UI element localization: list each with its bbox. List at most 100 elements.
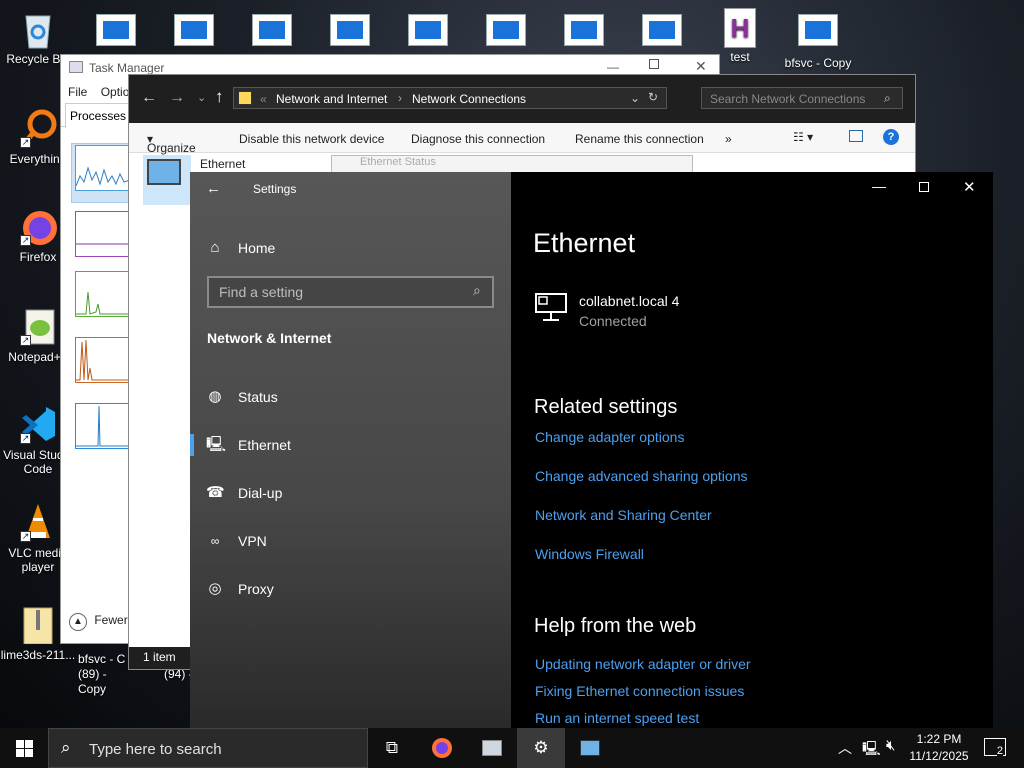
nav-proxy-label: Proxy bbox=[238, 581, 274, 597]
link-updating-adapter[interactable]: Updating network adapter or driver bbox=[535, 656, 751, 672]
network-tray-icon[interactable]: 🖳 bbox=[862, 738, 881, 762]
desktop-file-icon[interactable] bbox=[546, 14, 622, 46]
minimize-icon[interactable]: — bbox=[872, 178, 886, 194]
related-settings-heading: Related settings bbox=[534, 396, 678, 418]
link-fixing-ethernet[interactable]: Fixing Ethernet connection issues bbox=[535, 683, 744, 699]
chevron-up-icon: ▲ bbox=[69, 613, 87, 631]
volume-muted-icon[interactable]: 🔇︎ bbox=[886, 737, 895, 754]
more-commands-button[interactable]: » bbox=[725, 132, 732, 146]
clock[interactable]: 1:22 PM 11/12/2025 bbox=[904, 731, 974, 765]
explorer-command-bar: Organize ▾ Disable this network device D… bbox=[129, 123, 915, 155]
firefox-taskbar-icon[interactable] bbox=[418, 728, 466, 768]
desktop-file-icon[interactable] bbox=[390, 14, 466, 46]
rename-button[interactable]: Rename this connection bbox=[575, 132, 704, 146]
tab-processes[interactable]: Processes bbox=[65, 103, 132, 128]
nav-vpn[interactable]: ∞ VPN bbox=[190, 521, 511, 561]
taskbar-search-box[interactable]: ⌕ Type here to search bbox=[48, 728, 368, 768]
address-dropdown-icon[interactable]: ⌄ bbox=[630, 91, 640, 105]
notification-center-icon[interactable]: 2 bbox=[984, 738, 1006, 757]
status-dialog-title: Ethernet Status bbox=[360, 156, 436, 168]
desktop-file-icon[interactable] bbox=[234, 14, 310, 46]
settings-title: Settings bbox=[253, 182, 297, 196]
connection-card[interactable]: collabnet.local 4 Connected bbox=[579, 293, 679, 329]
ethernet-status-dialog[interactable]: Ethernet Status bbox=[331, 155, 693, 173]
windows-logo-icon bbox=[15, 739, 33, 757]
nav-ethernet[interactable]: 🖳 Ethernet bbox=[190, 425, 511, 465]
link-change-adapter-options[interactable]: Change adapter options bbox=[535, 429, 684, 445]
breadcrumb-network-connections[interactable]: Network Connections bbox=[412, 92, 526, 106]
firefox-icon: ↗ bbox=[18, 206, 58, 246]
disable-device-button[interactable]: Disable this network device bbox=[239, 132, 384, 146]
perf-cpu-graph[interactable] bbox=[75, 145, 131, 191]
nav-home[interactable]: ⌂ Home bbox=[190, 228, 511, 268]
help-icon[interactable]: ? bbox=[883, 129, 899, 145]
explorer-search-box[interactable]: Search Network Connections ⌕ bbox=[701, 87, 903, 109]
desktop-icon-bfsvc-copy[interactable]: bfsvc - Copy bbox=[780, 14, 856, 70]
forward-arrow-icon[interactable]: → bbox=[169, 89, 185, 107]
close-icon[interactable]: ✕ bbox=[963, 178, 976, 196]
link-network-sharing-center[interactable]: Network and Sharing Center bbox=[535, 507, 712, 523]
diagnose-button[interactable]: Diagnose this connection bbox=[411, 132, 545, 146]
preview-pane-icon[interactable] bbox=[849, 130, 863, 142]
view-options-icon[interactable]: ☷ ▾ bbox=[793, 130, 813, 144]
perf-memory-graph[interactable] bbox=[75, 211, 131, 257]
ethernet-icon: 🖳 bbox=[206, 436, 227, 453]
close-icon[interactable]: ✕ bbox=[695, 58, 707, 75]
find-setting-placeholder: Find a setting bbox=[219, 284, 304, 300]
nav-dialup[interactable]: ☎ Dial-up bbox=[190, 473, 511, 513]
ethernet-adapter-item[interactable] bbox=[143, 155, 191, 205]
zip-folder-icon bbox=[18, 604, 58, 645]
refresh-icon[interactable]: ↻ bbox=[648, 90, 658, 104]
network-adapter-icon bbox=[147, 159, 181, 185]
nav-status[interactable]: ◍ Status bbox=[190, 377, 511, 417]
desktop-file-icon[interactable] bbox=[78, 14, 154, 46]
menu-file[interactable]: File bbox=[68, 85, 87, 99]
settings-taskbar-icon[interactable]: ⚙ bbox=[517, 728, 565, 768]
fewer-details-button[interactable]: ▲ Fewer bbox=[69, 613, 128, 631]
vlc-icon: ↗ bbox=[18, 502, 58, 542]
recent-chevron-icon[interactable]: ⌄ bbox=[197, 91, 206, 104]
address-bar[interactable]: « Network and Internet › Network Connect… bbox=[233, 87, 667, 109]
selected-indicator bbox=[190, 434, 194, 456]
maximize-icon[interactable] bbox=[649, 59, 659, 69]
maximize-icon[interactable] bbox=[919, 182, 929, 192]
explorer-search-placeholder: Search Network Connections bbox=[710, 92, 866, 106]
window-title: Task Manager bbox=[89, 61, 165, 75]
perf-gpu-graph[interactable] bbox=[75, 403, 131, 449]
desktop-file-icon[interactable] bbox=[312, 14, 388, 46]
ethernet-monitor-icon bbox=[535, 292, 569, 322]
breadcrumb-overflow[interactable]: « bbox=[260, 92, 267, 106]
link-advanced-sharing[interactable]: Change advanced sharing options bbox=[535, 468, 748, 484]
show-hidden-icons-chevron-icon[interactable]: ︿ bbox=[838, 738, 852, 758]
section-heading: Network & Internet bbox=[207, 330, 332, 346]
up-arrow-icon[interactable]: ↑ bbox=[215, 87, 224, 107]
task-manager-taskbar-icon[interactable] bbox=[468, 728, 516, 768]
nav-proxy[interactable]: ◎ Proxy bbox=[190, 569, 511, 609]
desktop-file-icon[interactable] bbox=[156, 14, 232, 46]
back-arrow-icon[interactable]: ← bbox=[206, 180, 221, 197]
organize-button[interactable]: Organize ▾ bbox=[147, 132, 196, 155]
search-icon: ⌕ bbox=[473, 282, 481, 298]
nav-status-label: Status bbox=[238, 389, 278, 405]
ethernet-item-label[interactable]: Ethernet bbox=[200, 157, 245, 171]
minimize-icon[interactable]: — bbox=[607, 60, 619, 74]
vpn-icon: ∞ bbox=[210, 534, 220, 548]
desktop-file-icon[interactable] bbox=[624, 14, 700, 46]
nav-dialup-label: Dial-up bbox=[238, 485, 283, 501]
desktop-file-icon[interactable] bbox=[468, 14, 544, 46]
task-view-icon[interactable]: ⧉ bbox=[368, 728, 416, 768]
explorer-status-bar: 1 item bbox=[129, 647, 191, 669]
network-connections-taskbar-icon[interactable] bbox=[566, 728, 614, 768]
help-heading: Help from the web bbox=[534, 615, 697, 637]
taskbar: ⌕ Type here to search ⧉ ⚙ ︿ 🖳 🔇︎ 1:22 PM… bbox=[0, 728, 1024, 768]
back-arrow-icon[interactable]: ← bbox=[141, 89, 157, 107]
breadcrumb-network-internet[interactable]: Network and Internet bbox=[276, 92, 387, 106]
start-button[interactable] bbox=[0, 728, 48, 768]
fewer-details-label: Fewer bbox=[94, 613, 128, 627]
perf-disk-graph[interactable] bbox=[75, 271, 131, 317]
document-icon bbox=[798, 14, 838, 46]
find-setting-input[interactable]: Find a setting ⌕ bbox=[207, 276, 494, 308]
link-speed-test[interactable]: Run an internet speed test bbox=[535, 710, 699, 726]
link-windows-firewall[interactable]: Windows Firewall bbox=[535, 546, 644, 562]
perf-ethernet-graph[interactable] bbox=[75, 337, 131, 383]
